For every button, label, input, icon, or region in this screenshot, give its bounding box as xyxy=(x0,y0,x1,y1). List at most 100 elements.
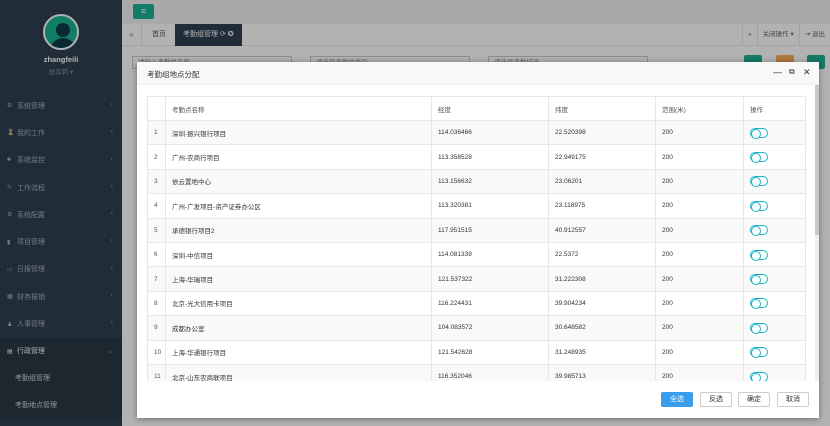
longitude: 113.156632 xyxy=(431,168,549,195)
range: 200 xyxy=(655,193,744,219)
range: 200 xyxy=(655,315,744,341)
latitude: 40.912557 xyxy=(548,217,656,243)
minimize-icon[interactable]: — xyxy=(773,67,782,77)
row-index: 10 xyxy=(147,339,166,365)
table-row[interactable]: 2 广州-农商行项目 113.358528 22.949175 200 xyxy=(147,144,806,170)
location-name: 深圳-振兴银行项目 xyxy=(165,119,432,146)
col-action: 操作 xyxy=(743,96,806,121)
location-name: 北京-光大信用卡项目 xyxy=(165,290,432,317)
action-cell xyxy=(743,241,806,268)
table-row[interactable]: 6 深圳-中信项目 114.081339 22.5372 200 xyxy=(147,241,806,268)
scrollbar-thumb[interactable] xyxy=(815,85,819,235)
latitude: 31.248935 xyxy=(548,339,656,365)
range: 200 xyxy=(655,363,744,381)
action-cell xyxy=(743,363,806,381)
col-name: 考勤点名称 xyxy=(165,96,432,121)
location-name: 依云置地中心 xyxy=(165,168,432,195)
modal-body: 考勤点名称 经度 纬度 范围(米) 操作 1 深圳-振兴银行项目 114.03646… xyxy=(137,85,819,381)
assign-toggle[interactable] xyxy=(750,249,768,261)
latitude: 31.222308 xyxy=(548,266,656,292)
location-name: 深圳-中信项目 xyxy=(165,241,432,268)
longitude: 121.542628 xyxy=(431,339,549,365)
modal-footer: 全选 反选 确定 取消 xyxy=(137,381,819,418)
assign-toggle[interactable] xyxy=(750,176,768,188)
range: 200 xyxy=(655,119,744,146)
latitude: 22.520398 xyxy=(548,119,656,146)
table-header-row: 考勤点名称 经度 纬度 范围(米) 操作 xyxy=(147,96,806,121)
table-row[interactable]: 3 依云置地中心 113.156632 23.06201 200 xyxy=(147,168,806,195)
select-all-button[interactable]: 全选 xyxy=(661,392,693,407)
longitude: 117.951515 xyxy=(431,217,549,243)
table-row[interactable]: 4 广州-广发项目-资产证券办公区 113.320381 23.118975 200 xyxy=(147,193,806,219)
action-cell xyxy=(743,290,806,317)
longitude: 114.081339 xyxy=(431,241,549,268)
action-cell xyxy=(743,193,806,219)
location-name: 上海-华瑞项目 xyxy=(165,266,432,292)
range: 200 xyxy=(655,168,744,195)
action-cell xyxy=(743,315,806,341)
assign-toggle[interactable] xyxy=(750,371,768,381)
col-index xyxy=(147,96,166,121)
assign-toggle[interactable] xyxy=(750,152,768,164)
row-index: 6 xyxy=(147,241,166,268)
latitude: 23.06201 xyxy=(548,168,656,195)
action-cell xyxy=(743,144,806,170)
range: 200 xyxy=(655,241,744,268)
assign-toggle[interactable] xyxy=(750,200,768,212)
assign-toggle[interactable] xyxy=(750,322,768,334)
latitude: 22.5372 xyxy=(548,241,656,268)
row-index: 11 xyxy=(147,363,166,381)
row-index: 4 xyxy=(147,193,166,219)
col-latitude: 纬度 xyxy=(548,96,656,121)
action-cell xyxy=(743,168,806,195)
range: 200 xyxy=(655,339,744,365)
longitude: 114.036466 xyxy=(431,119,549,146)
table-row[interactable]: 9 成都办公室 104.083572 30.648582 200 xyxy=(147,315,806,341)
longitude: 113.358528 xyxy=(431,144,549,170)
longitude: 116.352046 xyxy=(431,363,549,381)
action-cell xyxy=(743,266,806,292)
cancel-button[interactable]: 取消 xyxy=(777,392,809,407)
confirm-button[interactable]: 确定 xyxy=(738,392,770,407)
range: 200 xyxy=(655,290,744,317)
close-icon[interactable]: ✕ xyxy=(803,67,811,78)
row-index: 1 xyxy=(147,119,166,146)
location-name: 成都办公室 xyxy=(165,315,432,341)
table-row[interactable]: 10 上海-华通银行项目 121.542628 31.248935 200 xyxy=(147,339,806,365)
action-cell xyxy=(743,119,806,146)
row-index: 9 xyxy=(147,315,166,341)
assign-toggle[interactable] xyxy=(750,127,768,139)
invert-selection-button[interactable]: 反选 xyxy=(700,392,732,407)
location-name: 广州-农商行项目 xyxy=(165,144,432,170)
assign-toggle[interactable] xyxy=(750,347,768,359)
range: 200 xyxy=(655,217,744,243)
assign-toggle[interactable] xyxy=(750,298,768,310)
location-name: 广州-广发项目-资产证券办公区 xyxy=(165,193,432,219)
assign-toggle[interactable] xyxy=(750,225,768,237)
latitude: 30.648582 xyxy=(548,315,656,341)
table-row[interactable]: 7 上海-华瑞项目 121.537322 31.222308 200 xyxy=(147,266,806,292)
assign-toggle[interactable] xyxy=(750,274,768,286)
location-assign-modal: 考勤组地点分配 — ⧉ ✕ 考勤点名称 经度 纬度 范围(米) 操作 1 深圳-振… xyxy=(137,62,819,418)
location-name: 上海-华通银行项目 xyxy=(165,339,432,365)
modal-scrollbar[interactable] xyxy=(815,85,819,381)
maximize-icon[interactable]: ⧉ xyxy=(789,67,795,77)
table-row[interactable]: 5 承德银行项目2 117.951515 40.912557 200 xyxy=(147,217,806,243)
row-index: 5 xyxy=(147,217,166,243)
latitude: 23.118975 xyxy=(548,193,656,219)
longitude: 121.537322 xyxy=(431,266,549,292)
latitude: 22.949175 xyxy=(548,144,656,170)
row-index: 3 xyxy=(147,168,166,195)
action-cell xyxy=(743,217,806,243)
longitude: 113.320381 xyxy=(431,193,549,219)
range: 200 xyxy=(655,266,744,292)
row-index: 2 xyxy=(147,144,166,170)
row-index: 7 xyxy=(147,266,166,292)
table-row[interactable]: 1 深圳-振兴银行项目 114.036466 22.520398 200 xyxy=(147,119,806,146)
table-row[interactable]: 8 北京-光大信用卡项目 116.224431 39.904234 200 xyxy=(147,290,806,317)
action-cell xyxy=(743,339,806,365)
modal-header: 考勤组地点分配 — ⧉ ✕ xyxy=(137,62,819,85)
location-table: 考勤点名称 经度 纬度 范围(米) 操作 1 深圳-振兴银行项目 114.03646… xyxy=(147,96,806,381)
col-longitude: 经度 xyxy=(431,96,549,121)
table-row[interactable]: 11 北京-山东农商联项目 116.352046 39.985713 200 xyxy=(147,363,806,381)
